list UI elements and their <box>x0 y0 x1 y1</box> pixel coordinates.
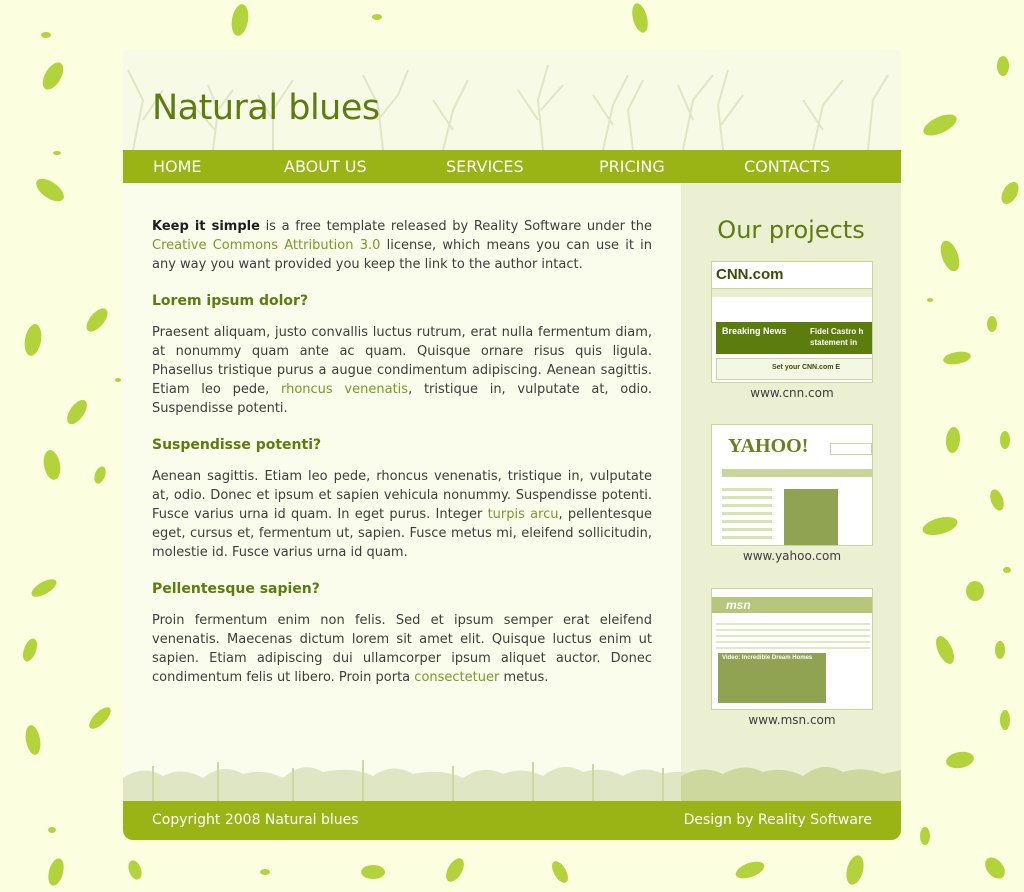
header: Natural blues <box>123 50 901 150</box>
nav-pricing[interactable]: PRICING <box>599 150 665 183</box>
turpis-arcu-link[interactable]: turpis arcu <box>488 507 559 522</box>
content-area: Keep it simple is a free template releas… <box>123 183 681 800</box>
intro-lead: Keep it simple <box>152 219 260 234</box>
section-heading: Pellentesque sapien? <box>152 581 320 597</box>
yahoo-tab-strip <box>722 469 872 477</box>
project-caption: www.msn.com <box>748 713 836 727</box>
nav-about-us[interactable]: ABOUT US <box>284 150 367 183</box>
cnn-logo: CNN.com <box>716 266 784 283</box>
project-msn[interactable]: msn Video: Incredible Dream Homes www.ms… <box>711 588 873 727</box>
cnn-headline: Fidel Castro h statement in <box>810 327 864 347</box>
section-paragraph: Praesent aliquam, justo convallis luctus… <box>152 323 652 418</box>
msn-video-label: Video: Incredible Dream Homes <box>722 655 813 661</box>
project-caption: www.yahoo.com <box>742 549 842 563</box>
project-cnn[interactable]: CNN.com Breaking News Fidel Castro h sta… <box>711 261 873 400</box>
nav-services[interactable]: SERVICES <box>446 150 524 183</box>
cnn-breaking-label: Breaking News <box>722 326 787 336</box>
yahoo-photo <box>784 489 838 545</box>
rhoncus-venenatis-link[interactable]: rhoncus venenatis <box>281 382 408 397</box>
yahoo-search-box <box>830 443 872 455</box>
main-navigation: HOME ABOUT US SERVICES PRICING CONTACTS <box>123 150 901 183</box>
yahoo-logo: YAHOO! <box>728 435 809 457</box>
creative-commons-link[interactable]: Creative Commons Attribution 3.0 <box>152 238 380 253</box>
cnn-footer-text: Set your CNN.com E <box>772 364 841 371</box>
project-yahoo[interactable]: YAHOO! www.yahoo.com <box>711 424 873 563</box>
sidebar-title: Our projects <box>717 216 865 244</box>
consectetuer-link[interactable]: consectetuer <box>414 670 499 685</box>
page-container: Natural blues HOME ABOUT US SERVICES PRI… <box>123 50 901 840</box>
msn-thumbnail[interactable]: msn Video: Incredible Dream Homes <box>711 588 873 710</box>
intro-text: is a free template released by Reality S… <box>259 219 653 234</box>
section-heading: Lorem ipsum dolor? <box>152 293 309 309</box>
section-text: Proin fermentum enim non felis. Sed et i… <box>152 613 652 685</box>
yahoo-thumbnail[interactable]: YAHOO! <box>711 424 873 546</box>
section-heading: Suspendisse potenti? <box>152 437 322 453</box>
footer: Copyright 2008 Natural blues Design by R… <box>123 801 901 840</box>
msn-logo: msn <box>726 598 751 612</box>
cnn-thumbnail[interactable]: CNN.com Breaking News Fidel Castro h sta… <box>711 261 873 383</box>
footer-design-credit[interactable]: Design by Reality Software <box>684 812 872 828</box>
section-text-end: metus. <box>499 670 549 685</box>
nav-contacts[interactable]: CONTACTS <box>744 150 830 183</box>
footer-copyright: Copyright 2008 Natural blues <box>152 812 359 828</box>
project-caption: www.cnn.com <box>750 386 834 400</box>
msn-link-grid <box>716 619 870 649</box>
site-title: Natural blues <box>152 88 380 128</box>
cnn-nav-strip <box>712 288 872 297</box>
nav-home[interactable]: HOME <box>153 150 202 183</box>
section-paragraph: Proin fermentum enim non felis. Sed et i… <box>152 611 652 687</box>
section-paragraph: Aenean sagittis. Etiam leo pede, rhoncus… <box>152 467 652 562</box>
yahoo-side-menu <box>722 483 772 543</box>
grass-decoration <box>123 760 901 802</box>
sidebar: Our projects CNN.com Breaking News Fidel… <box>681 183 901 800</box>
intro-paragraph: Keep it simple is a free template releas… <box>152 217 652 274</box>
main-content: Keep it simple is a free template releas… <box>152 217 652 705</box>
